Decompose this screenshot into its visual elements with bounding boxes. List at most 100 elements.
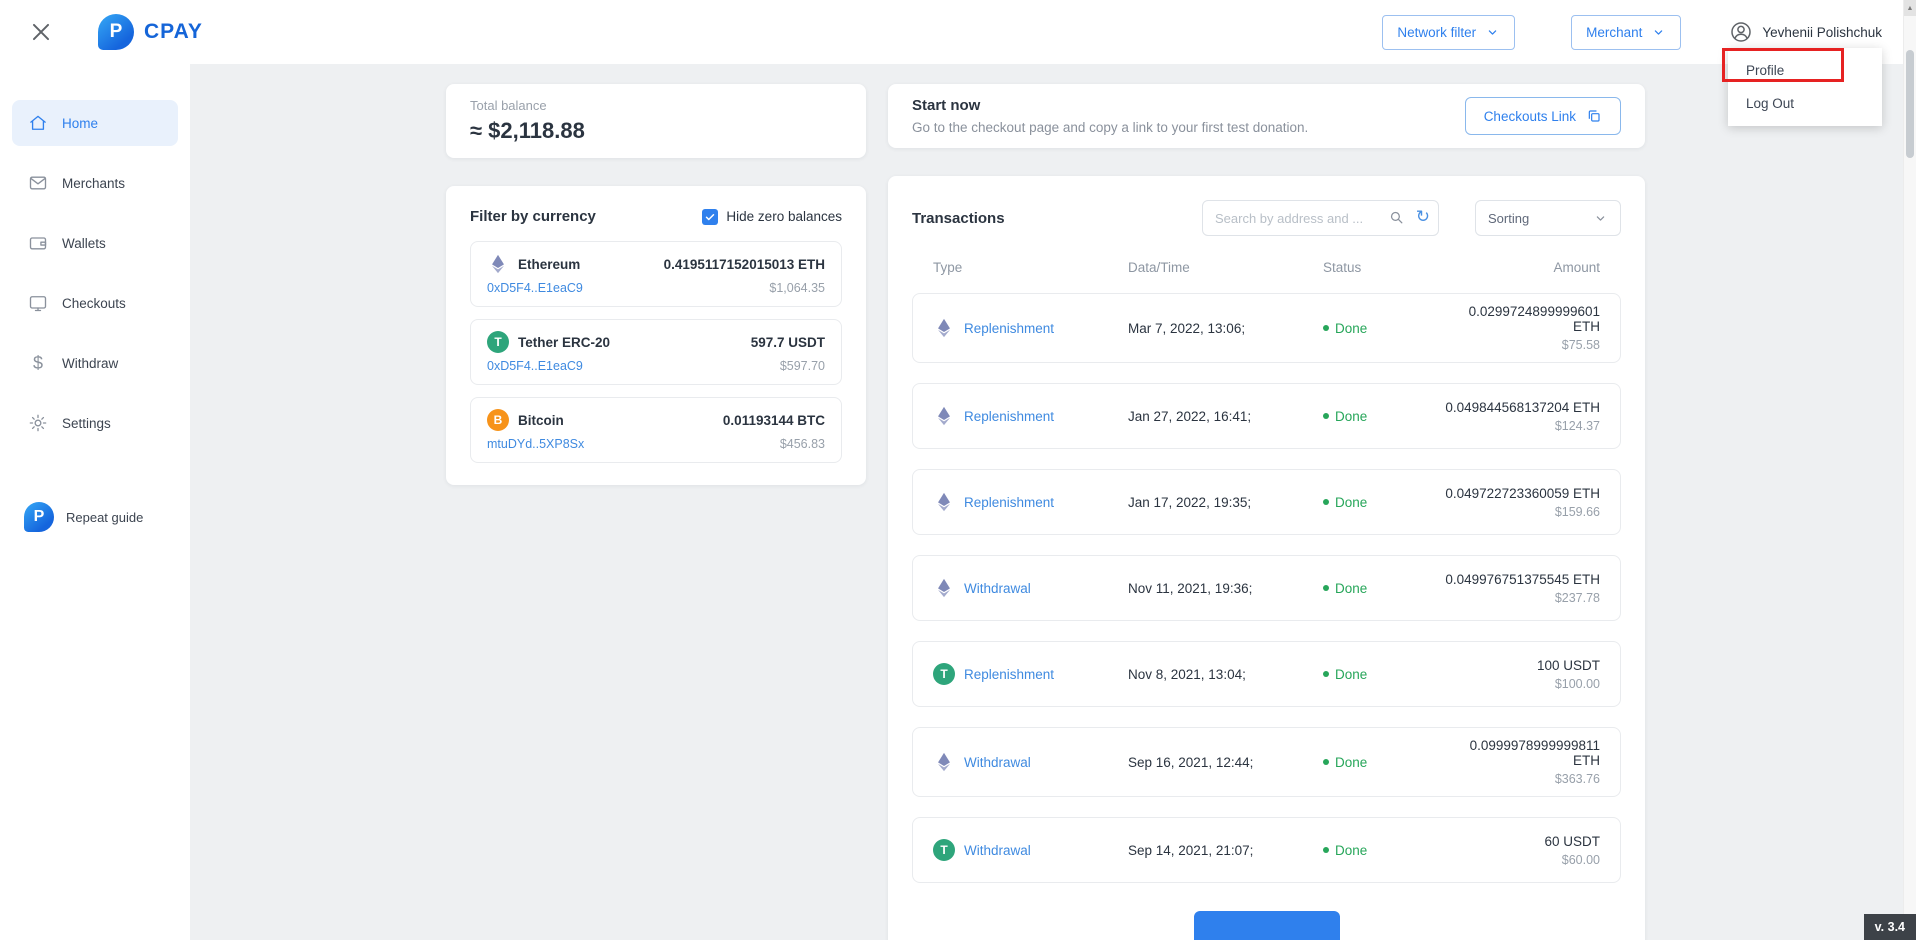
checkouts-link-label: Checkouts Link — [1484, 109, 1576, 124]
filter-title: Filter by currency — [470, 208, 596, 225]
transaction-type-link[interactable]: Replenishment — [964, 409, 1054, 424]
user-menu-trigger[interactable]: Yevhenii Polishchuk — [1729, 20, 1882, 44]
transaction-amount: 0.049976751375545 ETH — [1443, 572, 1600, 587]
transaction-datetime: Nov 8, 2021, 13:04; — [1128, 667, 1323, 682]
eth-icon — [933, 577, 955, 599]
transaction-amount: 0.0299724899999601 ETH — [1443, 304, 1600, 334]
main-content: Total balance ≈ $2,118.88 Filter by curr… — [190, 64, 1916, 940]
transaction-type-link[interactable]: Replenishment — [964, 667, 1054, 682]
wallet-address-link[interactable]: mtuDYd..5XP8Sx — [487, 437, 584, 451]
status-badge: Done — [1323, 321, 1443, 336]
sidebar-item-home[interactable]: Home — [12, 100, 178, 146]
transaction-type-link[interactable]: Withdrawal — [964, 581, 1031, 596]
transaction-datetime: Sep 14, 2021, 21:07; — [1128, 843, 1323, 858]
currency-item-tether: Tether ERC-20 597.7 USDT 0xD5F4..E1eaC9 … — [470, 319, 842, 385]
sidebar-item-checkouts[interactable]: Checkouts — [12, 280, 178, 326]
eth-icon — [933, 405, 955, 427]
wallet-address-link[interactable]: 0xD5F4..E1eaC9 — [487, 281, 583, 295]
transaction-fiat: $363.76 — [1443, 772, 1600, 786]
gear-icon — [28, 413, 48, 433]
eth-icon — [933, 751, 955, 773]
transaction-datetime: Jan 27, 2022, 16:41; — [1128, 409, 1323, 424]
sidebar-item-merchants[interactable]: Merchants — [12, 160, 178, 206]
reset-search-icon[interactable] — [1416, 207, 1430, 227]
column-header-datetime: Data/Time — [1128, 260, 1323, 275]
transaction-row: Withdrawal Sep 14, 2021, 21:07; Done 60 … — [912, 817, 1621, 883]
hide-zero-checkbox[interactable] — [702, 209, 718, 225]
wallet-address-link[interactable]: 0xD5F4..E1eaC9 — [487, 359, 583, 373]
transaction-fiat: $75.58 — [1443, 338, 1600, 352]
status-dot-icon — [1323, 413, 1329, 419]
status-badge: Done — [1323, 843, 1443, 858]
status-dot-icon — [1323, 325, 1329, 331]
currency-amount: 597.7 USDT — [751, 335, 825, 350]
sorting-dropdown[interactable]: Sorting — [1475, 200, 1621, 236]
show-more-button[interactable] — [1194, 911, 1340, 940]
currency-name: Tether ERC-20 — [518, 335, 610, 350]
transaction-row: Replenishment Jan 17, 2022, 19:35; Done … — [912, 469, 1621, 535]
copy-icon — [1586, 108, 1602, 124]
transaction-amount: 0.049844568137204 ETH — [1443, 400, 1600, 415]
transactions-title: Transactions — [912, 210, 1005, 227]
scrollbar-up-arrow[interactable]: ▲ — [1904, 0, 1916, 16]
sidebar-item-settings[interactable]: Settings — [12, 400, 178, 446]
transaction-row: Replenishment Jan 27, 2022, 16:41; Done … — [912, 383, 1621, 449]
hide-zero-label: Hide zero balances — [726, 209, 842, 224]
status-badge: Done — [1323, 495, 1443, 510]
merchant-label: Merchant — [1586, 25, 1642, 40]
total-balance-value: ≈ $2,118.88 — [470, 118, 842, 144]
chevron-down-icon — [1593, 211, 1608, 226]
close-icon[interactable] — [28, 19, 54, 45]
cpay-logo-icon — [98, 14, 134, 50]
total-balance-label: Total balance — [470, 98, 842, 113]
transaction-type-link[interactable]: Replenishment — [964, 321, 1054, 336]
transaction-datetime: Sep 16, 2021, 12:44; — [1128, 755, 1323, 770]
user-name: Yevhenii Polishchuk — [1762, 25, 1882, 40]
menu-item-logout[interactable]: Log Out — [1728, 87, 1882, 120]
eth-icon — [487, 253, 509, 275]
transaction-type-link[interactable]: Replenishment — [964, 495, 1054, 510]
transaction-datetime: Mar 7, 2022, 13:06; — [1128, 321, 1323, 336]
currency-amount: 0.01193144 BTC — [723, 413, 825, 428]
sidebar-item-label: Home — [62, 116, 98, 131]
transaction-row: Withdrawal Nov 11, 2021, 19:36; Done 0.0… — [912, 555, 1621, 621]
version-badge: v. 3.4 — [1864, 914, 1916, 940]
transaction-type-link[interactable]: Withdrawal — [964, 755, 1031, 770]
status-dot-icon — [1323, 499, 1329, 505]
cpay-logo[interactable]: CPAY — [98, 14, 203, 50]
sidebar-item-wallets[interactable]: Wallets — [12, 220, 178, 266]
status-dot-icon — [1323, 671, 1329, 677]
network-filter-button[interactable]: Network filter — [1382, 15, 1515, 50]
transaction-fiat: $100.00 — [1443, 677, 1600, 691]
withdraw-dollar-icon — [28, 353, 48, 373]
currency-name: Bitcoin — [518, 413, 564, 428]
sidebar-item-withdraw[interactable]: Withdraw — [12, 340, 178, 386]
sidebar-item-label: Wallets — [62, 236, 106, 251]
repeat-guide-button[interactable]: Repeat guide — [24, 502, 190, 532]
column-header-amount: Amount — [1443, 260, 1600, 275]
status-badge: Done — [1323, 581, 1443, 596]
scrollbar-thumb[interactable] — [1906, 50, 1914, 158]
eth-icon — [933, 491, 955, 513]
usdt-icon — [933, 663, 955, 685]
currency-fiat-value: $597.70 — [780, 359, 825, 373]
transaction-fiat: $124.37 — [1443, 419, 1600, 433]
merchants-icon — [28, 173, 48, 193]
merchant-button[interactable]: Merchant — [1571, 15, 1681, 50]
user-dropdown-menu: Profile Log Out — [1728, 48, 1882, 126]
menu-item-profile[interactable]: Profile — [1728, 54, 1882, 87]
transaction-amount: 0.049722723360059 ETH — [1443, 486, 1600, 501]
filter-by-currency-card: Filter by currency Hide zero balances Et… — [446, 186, 866, 485]
checkouts-icon — [28, 293, 48, 313]
transaction-amount: 0.0999978999999811 ETH — [1443, 738, 1600, 768]
checkouts-link-button[interactable]: Checkouts Link — [1465, 97, 1621, 135]
sidebar: Home Merchants Wallets Checkouts Withdra… — [0, 64, 190, 940]
column-header-type: Type — [933, 260, 1128, 275]
chevron-down-icon — [1651, 25, 1666, 40]
transaction-type-link[interactable]: Withdrawal — [964, 843, 1031, 858]
currency-item-ethereum: Ethereum 0.4195117152015013 ETH 0xD5F4..… — [470, 241, 842, 307]
cpay-dashboard: CPAY Network filter Merchant Yevhenii Po… — [0, 0, 1916, 940]
status-badge: Done — [1323, 755, 1443, 770]
wallet-icon — [28, 233, 48, 253]
user-avatar-icon — [1729, 20, 1753, 44]
